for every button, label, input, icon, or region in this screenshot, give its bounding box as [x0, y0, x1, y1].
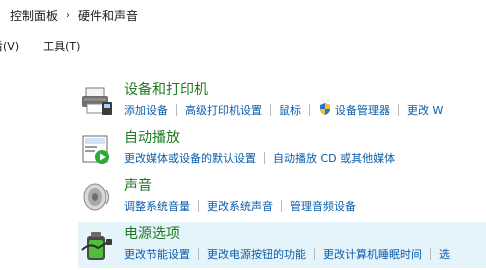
section-links: 调整系统音量 更改系统声音 管理音频设备: [124, 198, 356, 214]
breadcrumb-control-panel[interactable]: 控制面板: [0, 7, 64, 24]
sleep-time-link[interactable]: 更改计算机睡眠时间: [323, 246, 422, 262]
section-links: 更改媒体或设备的默认设置 自动播放 CD 或其他媒体: [124, 150, 395, 166]
autoplay-cd-link[interactable]: 自动播放 CD 或其他媒体: [273, 150, 395, 166]
menu-bar: 看(V) 工具(T): [0, 36, 486, 56]
shield-icon: [320, 103, 330, 115]
printer-icon: [82, 87, 112, 115]
autoplay-icon: [82, 135, 109, 164]
section-links: 更改节能设置 更改电源按钮的功能 更改计算机睡眠时间 选: [124, 246, 450, 262]
section-title[interactable]: 电源选项: [124, 223, 180, 243]
advanced-printer-settings-link[interactable]: 高级打印机设置: [185, 102, 262, 118]
breadcrumb-hardware-sound[interactable]: 硬件和声音: [72, 7, 144, 24]
power-button-function-link[interactable]: 更改电源按钮的功能: [207, 246, 306, 262]
section-title[interactable]: 设备和打印机: [124, 79, 208, 99]
link-divider: [281, 200, 282, 212]
section-title[interactable]: 自动播放: [124, 127, 180, 147]
link-divider: [430, 248, 431, 260]
section-devices-printers: 设备和打印机 添加设备 高级打印机设置 鼠标 设备管理器 更改 W: [78, 78, 486, 124]
link-divider: [314, 248, 315, 260]
adjust-volume-link[interactable]: 调整系统音量: [124, 198, 190, 214]
battery-icon: [81, 232, 112, 260]
change-power-saving-link[interactable]: 更改节能设置: [124, 246, 190, 262]
breadcrumb: 控制面板 › 硬件和声音: [0, 0, 486, 30]
link-divider: [398, 104, 399, 116]
mouse-link[interactable]: 鼠标: [279, 102, 301, 118]
device-manager-label: 设备管理器: [335, 104, 390, 117]
speaker-icon: [83, 183, 110, 211]
link-divider: [198, 248, 199, 260]
link-divider: [309, 104, 310, 116]
device-manager-link[interactable]: 设备管理器: [318, 102, 390, 118]
menu-tools[interactable]: 工具(T): [41, 38, 82, 54]
change-media-defaults-link[interactable]: 更改媒体或设备的默认设置: [124, 150, 256, 166]
section-power-options: 电源选项 更改节能设置 更改电源按钮的功能 更改计算机睡眠时间 选: [78, 222, 486, 268]
menu-view[interactable]: 看(V): [0, 38, 21, 54]
section-sound: 声音 调整系统音量 更改系统声音 管理音频设备: [78, 174, 486, 220]
link-divider: [270, 104, 271, 116]
link-divider: [198, 200, 199, 212]
section-links: 添加设备 高级打印机设置 鼠标 设备管理器 更改 W: [124, 102, 443, 118]
link-divider: [264, 152, 265, 164]
more-power-link[interactable]: 选: [439, 246, 450, 262]
change-system-sounds-link[interactable]: 更改系统声音: [207, 198, 273, 214]
section-autoplay: 自动播放 更改媒体或设备的默认设置 自动播放 CD 或其他媒体: [78, 126, 486, 172]
link-divider: [176, 104, 177, 116]
manage-audio-devices-link[interactable]: 管理音频设备: [290, 198, 356, 214]
breadcrumb-separator: ›: [66, 9, 71, 21]
section-title[interactable]: 声音: [124, 175, 152, 195]
add-device-link[interactable]: 添加设备: [124, 102, 168, 118]
change-windows-link[interactable]: 更改 W: [407, 102, 443, 118]
